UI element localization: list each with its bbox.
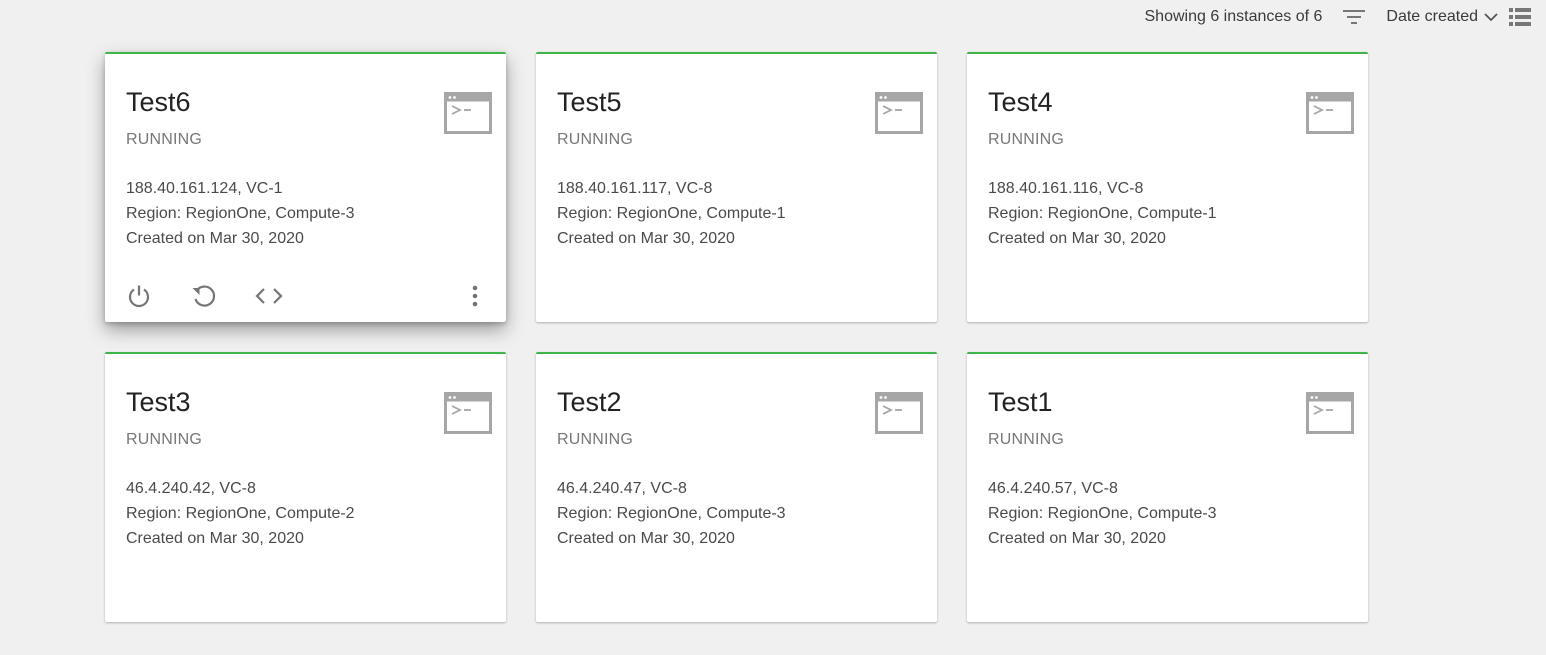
instance-region: Region: RegionOne, Compute-2 — [126, 505, 355, 522]
instance-created-date: Created on Mar 30, 2020 — [988, 230, 1166, 247]
list-toolbar: Showing 6 instances of 6 Date created — [1145, 0, 1533, 34]
instance-grid: Test6 RUNNING 188.40.161.124, VC-1 Regio… — [105, 52, 1368, 622]
console-icon — [1306, 392, 1354, 434]
instance-created-date: Created on Mar 30, 2020 — [126, 530, 304, 547]
console-icon — [444, 392, 492, 434]
instance-name: Test6 — [126, 87, 191, 117]
instance-ip: 188.40.161.117, VC-8 — [557, 180, 713, 197]
more-vertical-icon[interactable] — [466, 282, 484, 310]
power-icon[interactable] — [125, 282, 153, 310]
instance-card-test6[interactable]: Test6 RUNNING 188.40.161.124, VC-1 Regio… — [105, 52, 506, 322]
console-icon — [444, 92, 492, 134]
instance-name: Test1 — [988, 387, 1053, 417]
sort-dropdown[interactable]: Date created — [1386, 8, 1498, 26]
instance-details: 46.4.240.42, VC-8 Region: RegionOne, Com… — [126, 476, 355, 551]
console-icon — [875, 92, 923, 134]
instance-card-test3[interactable]: Test3 RUNNING 46.4.240.42, VC-8 Region: … — [105, 352, 506, 622]
instance-ip: 46.4.240.47, VC-8 — [557, 480, 687, 497]
restart-icon[interactable] — [190, 282, 218, 310]
instance-region: Region: RegionOne, Compute-3 — [126, 205, 355, 222]
list-view-icon[interactable] — [1508, 5, 1532, 29]
instance-status: RUNNING — [126, 131, 203, 148]
code-icon[interactable] — [255, 282, 283, 310]
instance-details: 46.4.240.57, VC-8 Region: RegionOne, Com… — [988, 476, 1217, 551]
instance-ip: 46.4.240.42, VC-8 — [126, 480, 256, 497]
instance-card-test1[interactable]: Test1 RUNNING 46.4.240.57, VC-8 Region: … — [967, 352, 1368, 622]
instance-ip: 188.40.161.116, VC-8 — [988, 180, 1144, 197]
instance-region: Region: RegionOne, Compute-3 — [988, 505, 1217, 522]
instance-created-date: Created on Mar 30, 2020 — [988, 530, 1166, 547]
console-icon — [1306, 92, 1354, 134]
sort-label: Date created — [1386, 8, 1478, 25]
instance-actions — [125, 280, 484, 312]
instance-details: 46.4.240.47, VC-8 Region: RegionOne, Com… — [557, 476, 786, 551]
instance-ip: 46.4.240.57, VC-8 — [988, 480, 1118, 497]
instance-ip: 188.40.161.124, VC-1 — [126, 180, 283, 197]
instance-name: Test4 — [988, 87, 1053, 117]
instance-region: Region: RegionOne, Compute-1 — [988, 205, 1217, 222]
instance-region: Region: RegionOne, Compute-1 — [557, 205, 786, 222]
instance-status: RUNNING — [988, 131, 1065, 148]
instance-count-label: Showing 6 instances of 6 — [1144, 8, 1323, 25]
instance-details: 188.40.161.124, VC-1 Region: RegionOne, … — [126, 176, 355, 251]
console-icon — [875, 392, 923, 434]
instance-region: Region: RegionOne, Compute-3 — [557, 505, 786, 522]
instance-details: 188.40.161.117, VC-8 Region: RegionOne, … — [557, 176, 786, 251]
instance-name: Test2 — [557, 387, 622, 417]
instance-card-test5[interactable]: Test5 RUNNING 188.40.161.117, VC-8 Regio… — [536, 52, 937, 322]
filter-icon[interactable] — [1342, 5, 1366, 29]
instance-created-date: Created on Mar 30, 2020 — [557, 530, 735, 547]
instance-created-date: Created on Mar 30, 2020 — [557, 230, 735, 247]
instance-status: RUNNING — [988, 431, 1065, 448]
instance-name: Test5 — [557, 87, 622, 117]
instance-details: 188.40.161.116, VC-8 Region: RegionOne, … — [988, 176, 1217, 251]
instance-card-test4[interactable]: Test4 RUNNING 188.40.161.116, VC-8 Regio… — [967, 52, 1368, 322]
chevron-down-icon — [1484, 12, 1498, 22]
instance-status: RUNNING — [126, 431, 203, 448]
instance-status: RUNNING — [557, 431, 634, 448]
instance-created-date: Created on Mar 30, 2020 — [126, 230, 304, 247]
instance-card-test2[interactable]: Test2 RUNNING 46.4.240.47, VC-8 Region: … — [536, 352, 937, 622]
instance-status: RUNNING — [557, 131, 634, 148]
instance-name: Test3 — [126, 387, 191, 417]
